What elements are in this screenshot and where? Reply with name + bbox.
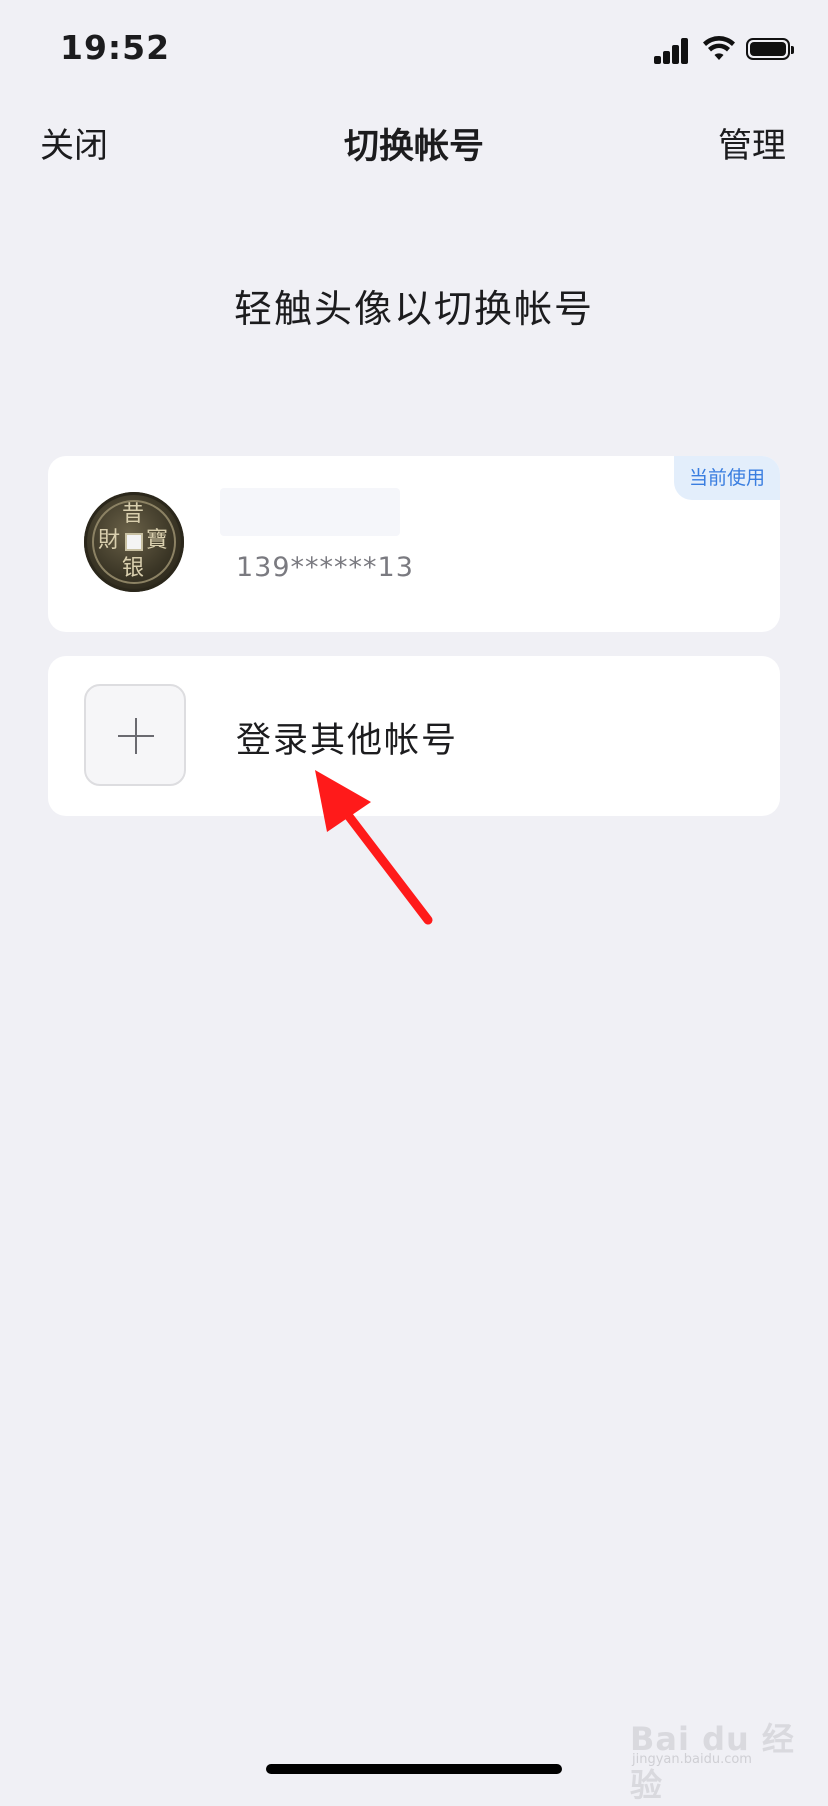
status-icons xyxy=(654,34,794,66)
red-arrow-icon xyxy=(315,770,433,925)
current-use-badge: 当前使用 xyxy=(674,456,780,500)
account-name-redacted xyxy=(220,488,400,536)
coin-avatar[interactable]: 昔 寶 银 財 xyxy=(84,492,184,592)
navigation-bar: 关闭 切换帐号 管理 xyxy=(0,100,828,180)
manage-button[interactable]: 管理 xyxy=(718,118,786,167)
account-phone: 139******13 xyxy=(236,552,414,583)
login-other-account-label: 登录其他帐号 xyxy=(236,721,459,761)
switch-hint-text: 轻触头像以切换帐号 xyxy=(233,287,594,331)
status-bar: 19:52 xyxy=(0,0,828,100)
watermark-url: jingyan.baidu.com xyxy=(632,1752,752,1767)
battery-icon xyxy=(746,38,794,60)
baidu-watermark: Bai du 经验 jingyan.baidu.com xyxy=(630,1690,800,1804)
page-title: 切换帐号 xyxy=(343,127,484,167)
plus-icon xyxy=(118,718,154,754)
add-account-button[interactable] xyxy=(84,684,186,786)
status-time: 19:52 xyxy=(60,28,171,67)
wifi-icon xyxy=(703,36,735,60)
current-account-card[interactable]: 当前使用 昔 寶 银 財 139******13 xyxy=(48,456,780,632)
home-indicator[interactable] xyxy=(266,1764,562,1774)
signal-icon xyxy=(654,38,690,64)
